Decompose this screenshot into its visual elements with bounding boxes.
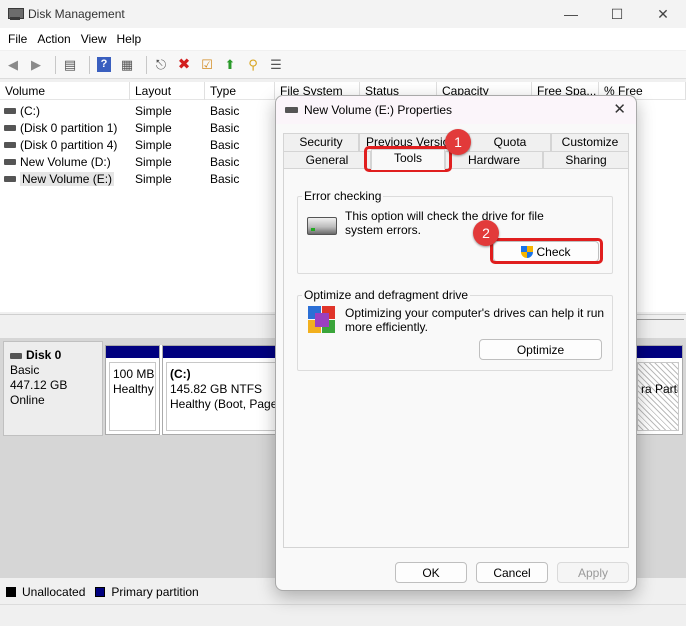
error-checking-title: Error checking	[302, 189, 384, 203]
ok-button[interactable]: OK	[395, 562, 467, 583]
disk-size: 447.12 GB	[10, 378, 68, 392]
legend-swatch-unallocated	[6, 587, 16, 597]
table-row[interactable]: (Disk 0 partition 4) Simple Basic	[0, 136, 275, 153]
table-row[interactable]: (Disk 0 partition 1) Simple Basic	[0, 119, 275, 136]
hard-drive-icon	[307, 217, 337, 235]
minimize-button[interactable]: —	[548, 0, 594, 28]
dialog-title-bar: New Volume (E:) Properties ✕	[276, 96, 636, 124]
optimize-title: Optimize and defragment drive	[302, 288, 471, 302]
status-bar	[0, 604, 686, 626]
table-row[interactable]: New Volume (D:) Simple Basic	[0, 153, 275, 170]
menu-file[interactable]: File	[3, 32, 32, 46]
title-bar: Disk Management — ☐ ✕	[0, 0, 686, 28]
partition-recovery[interactable]: ra Partiti	[633, 345, 683, 435]
back-arrow-icon[interactable]: ◀	[4, 56, 22, 74]
drive-icon	[4, 158, 16, 165]
optimize-description-line2: more efficiently.	[345, 320, 428, 334]
step-1-marker: 1	[445, 129, 471, 155]
menu-help[interactable]: Help	[112, 32, 147, 46]
check-properties-icon[interactable]: ☑	[198, 56, 216, 74]
legend-swatch-primary	[95, 587, 106, 597]
step-2-marker: 2	[473, 220, 499, 246]
menu-view[interactable]: View	[76, 32, 112, 46]
error-checking-description-line2: system errors.	[345, 223, 422, 237]
partition-efi[interactable]: 100 MB Healthy	[105, 345, 160, 435]
col-volume[interactable]: Volume	[0, 82, 130, 100]
drive-icon	[4, 107, 16, 114]
tab-quota[interactable]: Quota	[469, 133, 551, 152]
window-title: Disk Management	[28, 7, 125, 21]
table-row[interactable]: (C:) Simple Basic	[0, 102, 275, 119]
col-layout[interactable]: Layout	[130, 82, 205, 100]
defragment-icon	[306, 304, 338, 336]
drive-icon	[4, 141, 16, 148]
explore-folder-icon[interactable]: ⚲	[244, 56, 262, 74]
forward-arrow-icon[interactable]: ▶	[27, 56, 45, 74]
toolbar: ◀ ▶ ▤ ? ▦ ⎋ ✖ ☑ ⬆ ⚲ ☰	[0, 51, 686, 79]
help-icon[interactable]: ?	[95, 56, 113, 74]
dialog-title: New Volume (E:) Properties	[304, 103, 453, 117]
tab-security[interactable]: Security	[283, 133, 359, 152]
tab-tools[interactable]: Tools	[371, 149, 445, 170]
optimize-description-line1: Optimizing your computer's drives can he…	[345, 306, 605, 320]
disk-type: Basic	[10, 363, 40, 377]
delete-icon[interactable]: ✖	[175, 56, 193, 74]
close-window-button[interactable]: ✕	[640, 0, 686, 28]
optimize-button[interactable]: Optimize	[479, 339, 602, 360]
maximize-button[interactable]: ☐	[594, 0, 640, 28]
apply-button: Apply	[557, 562, 629, 583]
highlight-check-button	[490, 238, 603, 264]
disk-status: Online	[10, 393, 45, 407]
disk-management-icon	[8, 8, 24, 20]
error-checking-description-line1: This option will check the drive for fil…	[345, 209, 544, 223]
drive-icon	[4, 175, 16, 182]
drive-icon	[285, 107, 298, 113]
list-view-icon[interactable]: ☰	[267, 56, 285, 74]
disk-icon	[10, 352, 22, 359]
connect-drive-icon[interactable]: ⎋	[152, 56, 170, 74]
open-folder-icon[interactable]: ⬆	[221, 56, 239, 74]
menu-bar: File Action View Help	[0, 28, 686, 50]
cancel-button[interactable]: Cancel	[476, 562, 548, 583]
table-row-selected[interactable]: New Volume (E:) Simple Basic	[0, 170, 275, 187]
properties-dialog: New Volume (E:) Properties ✕ Security Pr…	[275, 95, 637, 591]
tab-customize[interactable]: Customize	[551, 133, 629, 152]
menu-action[interactable]: Action	[32, 32, 75, 46]
col-type[interactable]: Type	[205, 82, 275, 100]
console-tree-icon[interactable]: ▤	[61, 56, 79, 74]
drive-icon	[4, 124, 16, 131]
properties-panel-icon[interactable]: ▦	[118, 56, 136, 74]
close-dialog-button[interactable]: ✕	[613, 100, 626, 118]
disk-0-label[interactable]: Disk 0 Basic 447.12 GB Online	[3, 341, 103, 436]
